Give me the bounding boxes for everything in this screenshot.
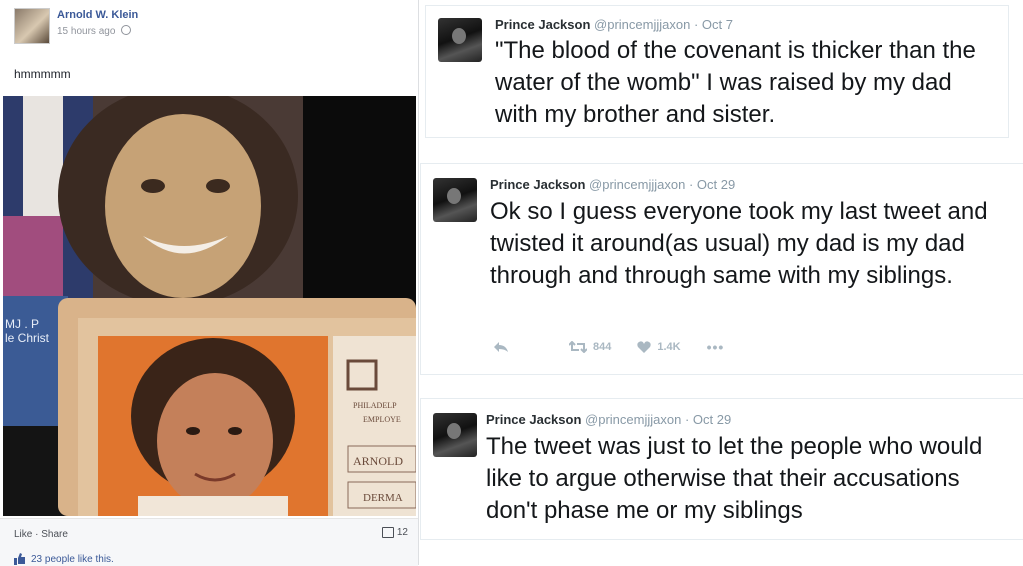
card-text-4: DERMA [363, 492, 403, 504]
likes-text: 23 people like this. [31, 553, 114, 565]
tweet-text: "The blood of the covenant is thicker th… [495, 37, 976, 128]
like-count: 1.4K [657, 341, 681, 353]
reply-icon [494, 342, 508, 352]
screen-label-1: MJ . P [5, 317, 39, 331]
like-link[interactable]: Like [14, 529, 32, 540]
tweet-date[interactable]: · Oct 29 [689, 177, 735, 192]
share-link[interactable]: Share [41, 529, 68, 540]
tweet-author-name[interactable]: Prince Jackson [495, 17, 590, 32]
action-separator: · [35, 529, 39, 540]
post-time[interactable]: 15 hours ago [57, 25, 132, 37]
post-actions: Like · Share [14, 529, 68, 540]
card-text-3: ARNOLD [353, 454, 403, 468]
retweet-icon [569, 341, 587, 353]
tweet-text: Ok so I guess everyone took my last twee… [490, 198, 988, 289]
retweet-button[interactable]: 844 [569, 341, 611, 353]
comment-count: 12 [396, 527, 408, 538]
tweet-card: Prince Jackson @princemjjjaxon · Oct 7 "… [425, 5, 1009, 138]
tweet-avatar[interactable] [433, 178, 477, 222]
tweet-handle[interactable]: @princemjjjaxon [594, 17, 690, 32]
reply-button[interactable] [493, 341, 509, 353]
photo-illustration: MJ . P le Christ PHILADELP EMPLOYE ARNOL… [3, 96, 416, 516]
tweet-author-name[interactable]: Prince Jackson [486, 412, 581, 427]
author-avatar[interactable] [14, 8, 50, 44]
tweet-date[interactable]: · Oct 7 [694, 17, 733, 32]
tweet-avatar[interactable] [438, 18, 482, 62]
screen-label-2: le Christ [5, 331, 50, 345]
tweet-author-name[interactable]: Prince Jackson [490, 177, 585, 192]
tweet-header: Prince Jackson @princemjjjaxon · Oct 29 [486, 412, 731, 427]
facebook-post: Arnold W. Klein 15 hours ago hmmmmm MJ .… [0, 0, 419, 566]
thumbs-up-icon [14, 553, 25, 565]
card-text-1: PHILADELP [353, 401, 397, 410]
tweet-text: The tweet was just to let the people who… [486, 433, 983, 524]
tweet-avatar[interactable] [433, 413, 477, 457]
post-text: hmmmmm [14, 67, 71, 81]
post-time-text[interactable]: 15 hours ago [57, 26, 115, 37]
comment-icon [381, 527, 394, 538]
more-icon: ••• [706, 339, 725, 355]
tweet-handle[interactable]: @princemjjjaxon [585, 412, 681, 427]
tweet-actions: 844 1.4K ••• [493, 339, 750, 355]
tweet-header: Prince Jackson @princemjjjaxon · Oct 7 [495, 17, 733, 32]
tweet-card: Prince Jackson @princemjjjaxon · Oct 29 … [420, 163, 1023, 375]
tweet-header: Prince Jackson @princemjjjaxon · Oct 29 [490, 177, 735, 192]
retweet-count: 844 [593, 341, 612, 353]
comment-counter[interactable]: 12 [381, 527, 408, 538]
heart-icon [637, 341, 652, 353]
tweet-handle[interactable]: @princemjjjaxon [589, 177, 685, 192]
tweet-card: Prince Jackson @princemjjjaxon · Oct 29 … [420, 398, 1023, 540]
more-button[interactable]: ••• [707, 339, 725, 355]
author-name[interactable]: Arnold W. Klein [57, 9, 138, 21]
card-text-2: EMPLOYE [363, 415, 401, 424]
likes-summary[interactable]: 23 people like this. [14, 553, 114, 565]
tweet-date[interactable]: · Oct 29 [685, 412, 731, 427]
post-footer: Like · Share 12 23 people like this. [0, 518, 418, 566]
globe-icon [121, 25, 132, 35]
post-photo[interactable]: MJ . P le Christ PHILADELP EMPLOYE ARNOL… [3, 96, 416, 516]
like-button[interactable]: 1.4K [637, 341, 681, 353]
